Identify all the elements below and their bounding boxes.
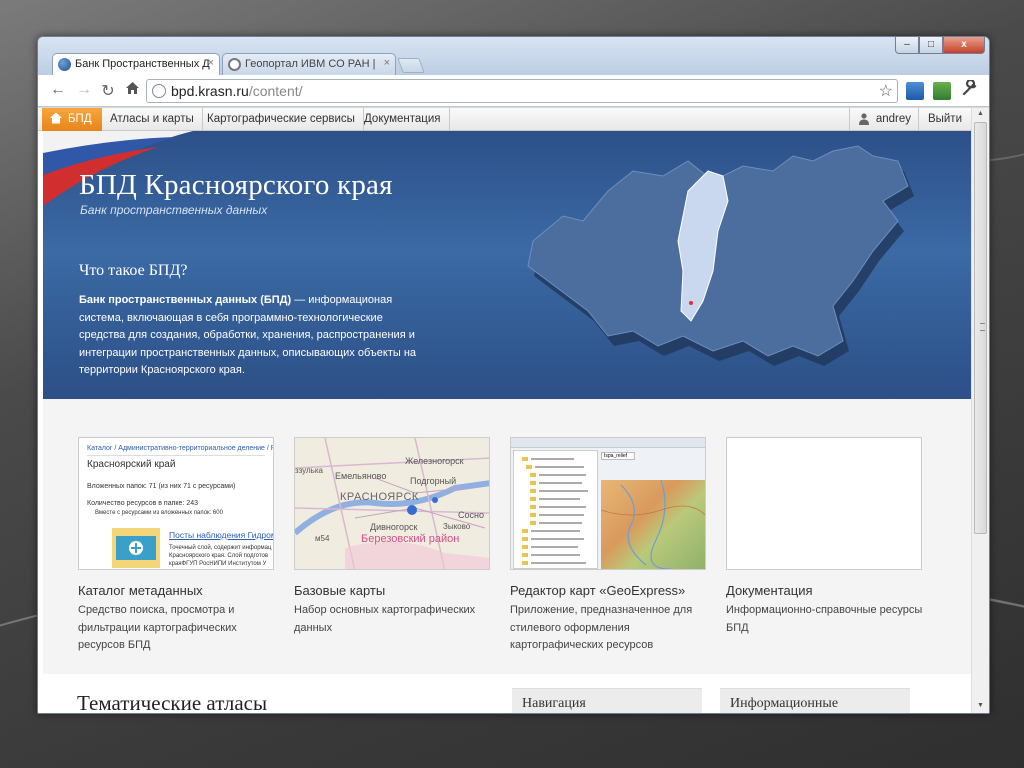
site-navbar: БПД Атласы и карты Картографические серв… — [38, 108, 971, 131]
thumb-line3: Вместе с ресурсами из вложенных папок: 6… — [95, 509, 223, 516]
services-cards: Каталог / Административно-территориально… — [43, 399, 971, 674]
scroll-down-arrow-icon[interactable]: ▼ — [977, 702, 984, 709]
url-path: /content/ — [248, 83, 303, 99]
hero-banner: БПД Красноярского края Банк пространстве… — [43, 131, 971, 399]
map-label-emelyanovo: Емельяново — [335, 471, 387, 481]
browser-window: Банк Пространственных Д × Геопортал ИВМ … — [37, 36, 990, 714]
russia-map-graphic — [527, 145, 914, 366]
thumb-small3: краяФГУП РосНИПИ Институтом У — [169, 561, 267, 567]
documentation-thumbnail[interactable] — [726, 437, 922, 570]
tab-bpd[interactable]: Банк Пространственных Д × — [52, 53, 220, 75]
nav-cartographic-services[interactable]: Картографические сервисы — [199, 108, 364, 131]
nav-atlases[interactable]: Атласы и карты — [102, 108, 203, 131]
tab-geoportal[interactable]: Геопортал ИВМ СО РАН | × — [222, 53, 396, 75]
thumb-link: Посты наблюдения Гидроме — [169, 530, 274, 540]
thumb-line1: Вложенных папок: 71 (из них 71 с ресурса… — [87, 482, 236, 490]
url-host: bpd.krasn.ru — [171, 83, 249, 99]
desc-text: — информационая система, включающая в се… — [79, 294, 417, 377]
editor-relief-map — [600, 479, 705, 569]
hero-subtitle: Банк пространственных данных — [80, 203, 268, 217]
bottom-section: Тематические атласы Навигация Информацио… — [43, 674, 971, 713]
thumb-line2: Количество ресурсов в папке: 243 — [87, 500, 199, 508]
nav-documentation[interactable]: Документация — [356, 108, 450, 131]
hero-title: БПД Красноярского края — [79, 169, 393, 201]
map-label-zykovo: Зыково — [443, 522, 471, 531]
geoexpress-thumbnail[interactable]: Ispa_relief — [510, 437, 706, 570]
thumb-map-image — [112, 528, 160, 568]
hero-question: Что такое БПД? — [79, 262, 188, 279]
tab-title: Банк Пространственных Д — [75, 58, 210, 70]
forward-arrow-icon[interactable]: → — [74, 81, 94, 99]
thumb-small2: Красноярского края. Слой подготов — [169, 553, 269, 559]
tab-close-icon[interactable]: × — [208, 57, 214, 69]
browser-titlebar: Банк Пространственных Д × Геопортал ИВМ … — [38, 37, 989, 75]
hero-description: Банк пространственных данных (БПД) — инф… — [79, 292, 424, 380]
window-controls: – □ x — [895, 37, 985, 54]
map-label-zzulka: ззулька — [295, 466, 323, 475]
map-label-zheleznogorsk: Железногорск — [405, 456, 464, 466]
catalog-thumbnail[interactable]: Каталог / Административно-территориально… — [78, 437, 274, 570]
house-icon — [50, 112, 62, 124]
navigation-panel: Навигация — [512, 688, 702, 713]
info-panel: Информационные — [720, 688, 910, 713]
user-name: andrey — [875, 113, 911, 125]
card-description: Набор основных картографических данных — [294, 604, 476, 634]
card-title[interactable]: Редактор карт «GeoExpress» — [510, 583, 685, 598]
thumb-small1: Точечный слой, содержит информац — [169, 545, 272, 551]
thematic-atlases-heading: Тематические атласы — [77, 691, 268, 713]
page-favicon-icon — [228, 58, 241, 71]
base-map-thumbnail[interactable]: Железногорск Емельяново Подгорный КРАСНО… — [294, 437, 490, 570]
nav-user[interactable]: andrey — [848, 108, 919, 131]
map-label-podgorny: Подгорный — [410, 476, 457, 486]
extension-monitor-icon[interactable] — [906, 82, 924, 100]
scroll-up-arrow-icon[interactable]: ▲ — [977, 110, 984, 117]
home-icon[interactable] — [122, 81, 142, 100]
wrench-settings-icon[interactable] — [960, 78, 980, 101]
minimize-button[interactable]: – — [895, 37, 919, 54]
nav-home-bpd[interactable]: БПД — [42, 108, 102, 131]
address-bar[interactable]: bpd.krasn.ru/content/ ☆ — [146, 79, 898, 103]
map-label-m54: м54 — [315, 534, 330, 543]
nav-home-label: БПД — [68, 113, 92, 125]
globe-icon — [152, 84, 166, 98]
map-label-divnogorsk: Дивногорск — [370, 522, 418, 532]
bookmark-star-icon[interactable]: ☆ — [879, 81, 893, 101]
card-description: Средство поиска, просмотра и фильтрации … — [78, 604, 237, 651]
maximize-button[interactable]: □ — [919, 37, 943, 54]
extension-evernote-icon[interactable] — [933, 82, 951, 100]
tab-close-icon[interactable]: × — [384, 57, 390, 69]
thumb-heading: Красноярский край — [87, 455, 265, 472]
map-label-berezovsky: Березовский район — [361, 533, 460, 545]
editor-tab-label: Ispa_relief — [601, 452, 635, 460]
map-label-krasnoyarsk: КРАСНОЯРСК — [340, 491, 419, 503]
card-title[interactable]: Базовые карты — [294, 583, 385, 598]
web-page: БПД Атласы и карты Картографические серв… — [38, 108, 989, 713]
reload-icon[interactable]: ↻ — [98, 81, 118, 101]
card-description: Информационно-справочные ресурсы БПД — [726, 604, 923, 634]
page-scrollbar[interactable]: ▲ ▼ — [971, 108, 989, 713]
tab-title: Геопортал ИВМ СО РАН | — [245, 58, 376, 70]
globe-favicon-icon — [58, 58, 71, 71]
editor-layer-tree — [513, 450, 598, 569]
close-window-button[interactable]: x — [943, 37, 985, 54]
card-title[interactable]: Документация — [726, 583, 813, 598]
user-icon — [858, 113, 869, 125]
browser-toolbar: ← → ↻ bpd.krasn.ru/content/ ☆ — [38, 75, 989, 107]
card-description: Приложение, предназначенное для стилевог… — [510, 604, 693, 651]
card-title[interactable]: Каталог метаданных — [78, 583, 203, 598]
back-arrow-icon[interactable]: ← — [48, 81, 68, 99]
logout-link[interactable]: Выйти — [917, 108, 971, 131]
scroll-grip — [980, 323, 985, 331]
desc-bold-term: Банк пространственных данных (БПД) — [79, 294, 292, 306]
editor-toolbar — [511, 438, 705, 448]
thumb-breadcrumb: Каталог / Административно-территориально… — [87, 445, 274, 452]
map-label-sosno: Сосно — [458, 510, 484, 520]
new-tab-button[interactable] — [397, 58, 425, 73]
scroll-thumb[interactable] — [974, 122, 987, 534]
